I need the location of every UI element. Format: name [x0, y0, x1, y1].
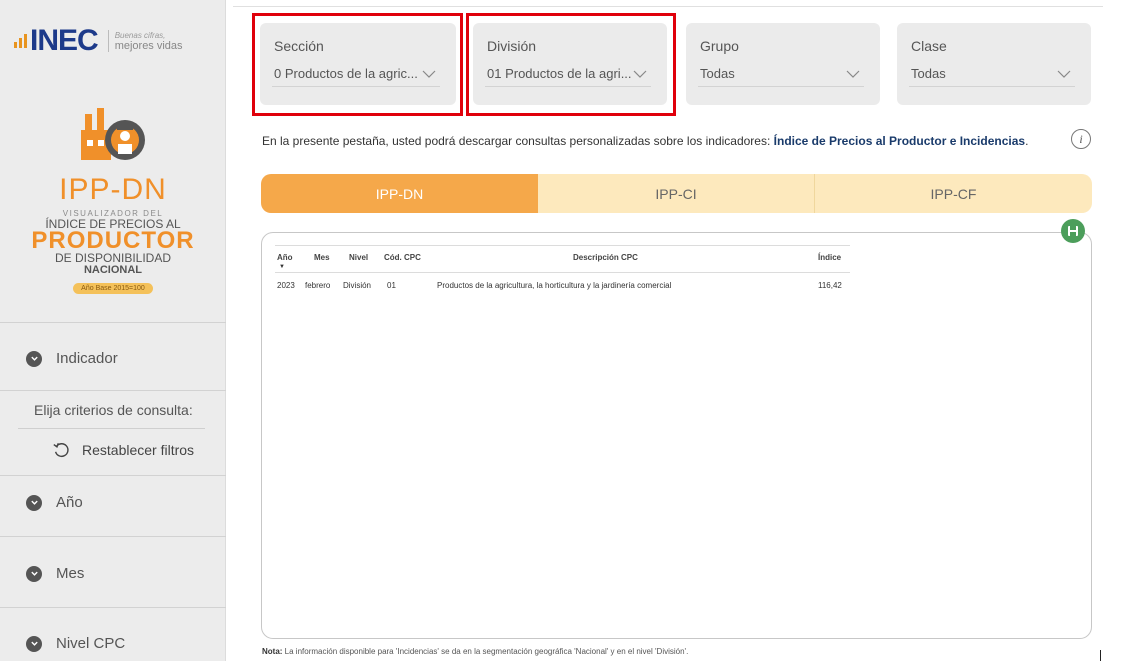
column-header-descripcion[interactable]: Descripción CPC — [573, 253, 638, 262]
column-header-mes[interactable]: Mes — [314, 253, 330, 262]
footnote: Nota: La información disponible para 'In… — [262, 647, 689, 656]
table-cell: 2023 — [277, 281, 295, 290]
brand-title: IPP-DN — [59, 173, 167, 206]
chevron-down-icon — [26, 565, 42, 582]
filter-value: Todas — [911, 66, 946, 81]
divider — [0, 475, 226, 476]
reset-label: Restablecer filtros — [82, 442, 195, 458]
export-button[interactable] — [1061, 219, 1085, 243]
sidebar-item-label: Mes — [56, 565, 85, 582]
filter-clase[interactable]: Clase Todas — [897, 23, 1091, 105]
criteria-label: Elija criterios de consulta: — [34, 402, 193, 418]
column-header-indice[interactable]: Índice — [818, 253, 841, 262]
chevron-down-icon — [846, 70, 860, 78]
sidebar-item-mes[interactable]: Mes — [0, 565, 226, 582]
table-cell: 116,42 — [818, 281, 842, 290]
reset-filters-button[interactable]: Restablecer filtros — [52, 441, 194, 459]
column-header-cod-cpc[interactable]: Cód. CPC — [384, 253, 421, 262]
tab-ipp-ci[interactable]: IPP-CI — [538, 174, 815, 213]
table-panel — [261, 232, 1092, 639]
bars-icon — [14, 34, 27, 48]
divider — [18, 428, 205, 429]
divider — [0, 390, 226, 391]
chevron-down-icon — [26, 635, 42, 652]
tab-ipp-dn[interactable]: IPP-DN — [261, 174, 538, 213]
sidebar: INEC Buenas cifras, mejores vidas IPP-DN… — [0, 0, 226, 661]
intro-text: En la presente pestaña, usted podrá desc… — [262, 134, 1029, 148]
table-cell: febrero — [305, 281, 331, 290]
sidebar-item-nivel-cpc[interactable]: Nivel CPC — [0, 635, 226, 652]
brand-line: NACIONAL — [83, 264, 143, 276]
divider — [0, 536, 226, 537]
filter-label: Clase — [911, 38, 947, 54]
filter-value: Todas — [700, 66, 735, 81]
highlight-box-seccion — [252, 13, 463, 116]
tab-ipp-cf[interactable]: IPP-CF — [815, 174, 1092, 213]
sidebar-item-anio[interactable]: Año — [0, 494, 226, 511]
text-cursor — [1100, 650, 1101, 661]
filter-label: Grupo — [700, 38, 739, 54]
chevron-down-icon — [26, 350, 42, 367]
header-divider — [275, 272, 850, 273]
brand-block: IPP-DN VISUALIZADOR DEL ÍNDICE DE PRECIO… — [0, 100, 226, 295]
divider — [0, 607, 226, 608]
sidebar-item-label: Año — [56, 494, 83, 511]
chevron-down-icon — [1057, 70, 1071, 78]
column-header-nivel[interactable]: Nivel — [349, 253, 368, 262]
logo-text: INEC — [30, 24, 99, 57]
save-icon — [1068, 226, 1078, 236]
sidebar-item-label: Indicador — [56, 350, 118, 367]
sidebar-item-indicador[interactable]: Indicador — [0, 350, 226, 367]
slogan: Buenas cifras, mejores vidas — [107, 30, 183, 52]
highlight-box-division — [466, 13, 676, 116]
base-year-badge: Año Base 2015=100 — [73, 283, 153, 294]
sidebar-item-label: Nivel CPC — [56, 635, 126, 652]
brand-line: PRODUCTOR — [31, 227, 195, 254]
reset-icon — [53, 442, 69, 458]
chevron-down-icon — [26, 494, 42, 511]
column-header-anio[interactable]: Año — [277, 253, 293, 262]
table-top-line — [275, 245, 850, 246]
divider — [0, 322, 226, 323]
table-cell: División — [343, 281, 372, 290]
inec-logo: INEC Buenas cifras, mejores vidas — [14, 24, 183, 58]
filter-grupo[interactable]: Grupo Todas — [686, 23, 880, 105]
info-icon[interactable]: i — [1071, 129, 1091, 149]
intro-bold: Índice de Precios al Productor e Inciden… — [773, 134, 1026, 148]
factory-worker-icon — [73, 100, 153, 175]
table-cell: 01 — [387, 281, 396, 290]
sort-down-icon: ▼ — [279, 264, 285, 270]
top-divider — [233, 6, 1103, 7]
table-cell: Productos de la agricultura, la horticul… — [437, 281, 672, 290]
